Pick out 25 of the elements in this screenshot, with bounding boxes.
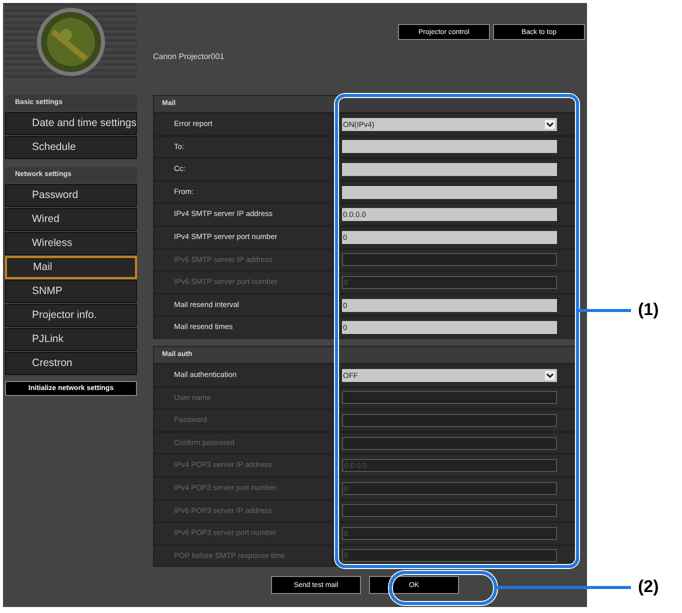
sidebar-item[interactable]: Crestron <box>5 352 137 375</box>
sidebar-item[interactable]: Date and time settings <box>5 112 137 135</box>
input-field[interactable] <box>342 414 557 427</box>
sidebar-item[interactable]: SNMP <box>5 280 137 303</box>
chevron-icon <box>545 370 555 380</box>
input-field[interactable] <box>342 253 557 266</box>
lens-icon <box>36 7 106 77</box>
sidebar-item[interactable]: Wireless <box>5 232 137 255</box>
callout-label: (2) <box>638 577 659 597</box>
input-field[interactable] <box>342 436 557 450</box>
sidebar-item[interactable]: PJLink <box>5 328 137 351</box>
sidebar-item[interactable]: Projector info. <box>5 304 137 327</box>
device-name: Canon Projector001 <box>153 52 226 61</box>
input-field[interactable] <box>342 186 557 199</box>
leader-line <box>579 309 631 312</box>
input-field[interactable] <box>342 140 557 154</box>
sidebar-item[interactable]: Schedule <box>5 136 137 159</box>
sidebar-item[interactable]: Password <box>5 184 137 207</box>
input-field[interactable] <box>342 504 557 518</box>
input-field[interactable] <box>342 391 557 404</box>
sidebar-item[interactable]: Mail <box>5 256 137 279</box>
sidebar-item[interactable]: Wired <box>5 208 137 231</box>
callout-label: (1) <box>638 300 659 320</box>
input-field[interactable] <box>342 162 557 176</box>
chevron-icon <box>545 120 555 129</box>
